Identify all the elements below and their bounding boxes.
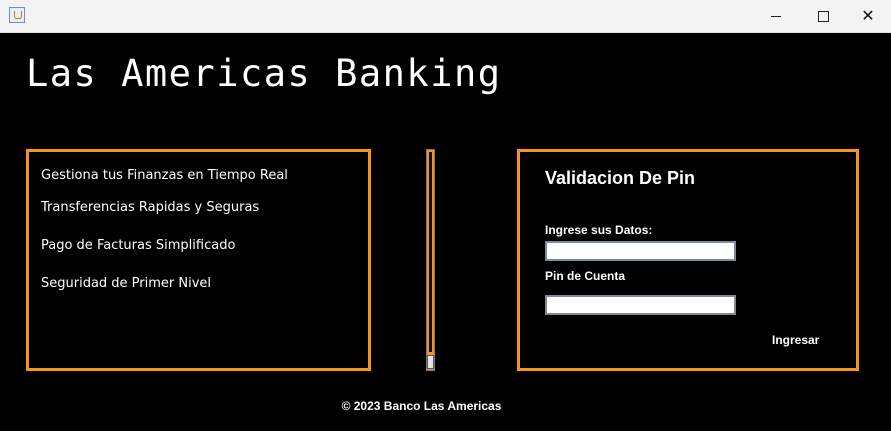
feature-item: Transferencias Rapidas y Seguras (41, 200, 260, 215)
maximize-button[interactable] (800, 0, 846, 32)
close-button[interactable]: ✕ (845, 0, 891, 32)
feature-item: Gestiona tus Finanzas en Tiempo Real (41, 168, 288, 183)
close-icon: ✕ (861, 6, 875, 25)
pin-input[interactable] (545, 295, 736, 315)
features-panel: Gestiona tus Finanzas en Tiempo Real Tra… (26, 149, 371, 371)
feature-item: Pago de Facturas Simplificado (41, 238, 236, 253)
minimize-button[interactable] (753, 0, 799, 32)
pin-label: Pin de Cuenta (545, 269, 626, 283)
footer-copyright: © 2023 Banco Las Americas (341, 399, 502, 413)
pin-validation-title: Validacion De Pin (545, 168, 696, 188)
title-bar[interactable]: ✕ (0, 0, 891, 33)
submit-button[interactable]: Ingresar (772, 333, 819, 347)
account-data-input[interactable] (545, 241, 736, 261)
account-data-label: Ingrese sus Datos: (545, 223, 653, 237)
maximize-icon (817, 10, 829, 22)
scrollbar-thumb[interactable] (427, 355, 434, 369)
vertical-scrollbar[interactable] (426, 149, 435, 371)
feature-item: Seguridad de Primer Nivel (41, 276, 212, 291)
scrollbar-track[interactable] (429, 152, 432, 352)
minimize-icon (771, 15, 781, 17)
brand-title: Las Americas Banking (26, 52, 502, 95)
pin-validation-panel: Validacion De Pin Ingrese sus Datos: Pin… (517, 149, 859, 371)
java-cup-icon (9, 7, 25, 23)
app-window: ✕ Las Americas Banking Gestiona tus Fina… (0, 0, 891, 431)
